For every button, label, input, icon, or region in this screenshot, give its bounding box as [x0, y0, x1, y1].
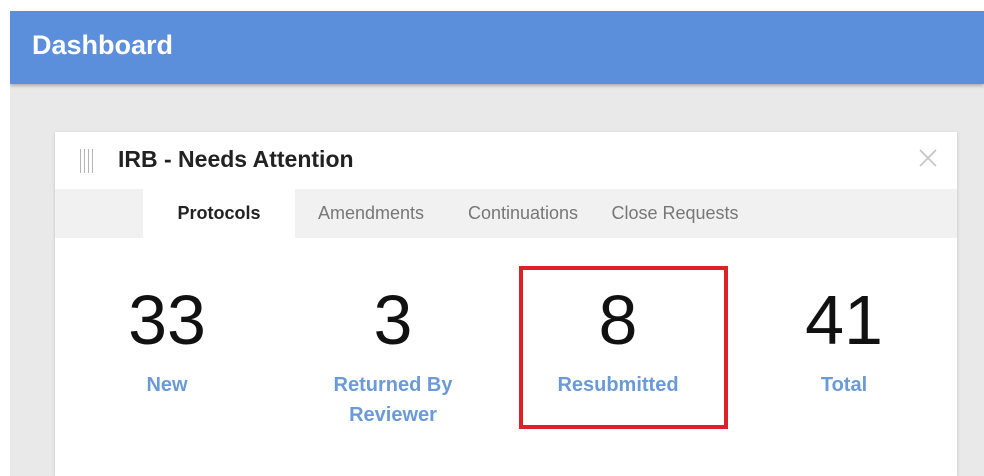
tab-close-requests[interactable]: Close Requests	[604, 189, 746, 238]
tab-bar: Protocols Amendments Continuations Close…	[55, 189, 957, 238]
widget-title: IRB - Needs Attention	[118, 146, 354, 172]
dashboard-header: Dashboard	[10, 11, 984, 84]
tab-continuations[interactable]: Continuations	[459, 189, 587, 238]
stat-new-value: 33	[128, 281, 206, 359]
tab-amendments[interactable]: Amendments	[308, 189, 434, 238]
stat-total-value: 41	[805, 281, 883, 359]
stat-new-label[interactable]: New	[72, 370, 262, 400]
irb-needs-attention-widget: IRB - Needs Attention Protocols Amendmen…	[55, 132, 957, 476]
stat-total-label[interactable]: Total	[749, 370, 939, 400]
stat-resubmitted-value: 8	[598, 281, 638, 359]
widget-titlebar: IRB - Needs Attention	[55, 132, 957, 189]
stat-returned-value: 3	[373, 281, 413, 359]
stats-panel: 33 New 3 Returned By Reviewer 8 Resubmit…	[55, 238, 957, 476]
app-frame: Dashboard IRB - Needs Attention Protocol…	[10, 11, 984, 476]
drag-handle-icon[interactable]	[80, 149, 96, 173]
stat-returned-label[interactable]: Returned By Reviewer	[298, 370, 488, 430]
close-icon[interactable]	[917, 147, 939, 169]
tab-protocols[interactable]: Protocols	[143, 189, 295, 238]
page-title: Dashboard	[32, 30, 174, 60]
stat-resubmitted-label[interactable]: Resubmitted	[523, 370, 713, 400]
